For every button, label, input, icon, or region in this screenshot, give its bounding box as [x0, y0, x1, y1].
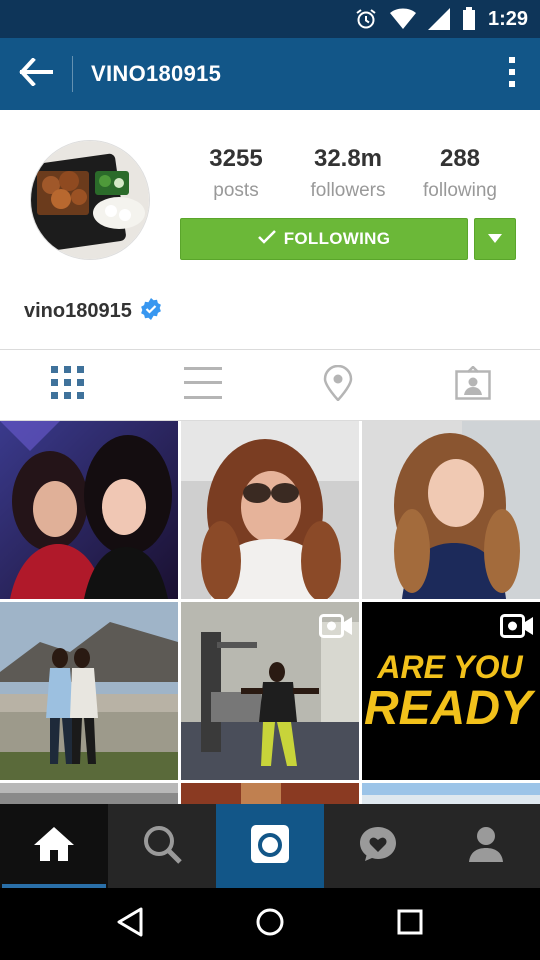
grid-post-1[interactable]	[0, 421, 178, 599]
overflow-menu-icon	[508, 56, 516, 93]
stat-followers[interactable]: 32.8m followers	[292, 144, 404, 208]
stat-following-value: 288	[439, 145, 481, 172]
post-text-line-1: ARE YOU	[376, 649, 523, 685]
camera-icon	[251, 824, 289, 868]
avatar[interactable]	[30, 140, 150, 260]
overflow-menu-button[interactable]	[484, 38, 540, 110]
system-back-button[interactable]	[100, 894, 160, 954]
circle-home-icon	[255, 907, 285, 942]
bottom-navigation	[0, 804, 540, 888]
nav-home-button[interactable]	[0, 804, 108, 888]
profile-icon	[469, 826, 503, 867]
tab-tagged-view[interactable]	[405, 350, 540, 420]
grid-post-8[interactable]	[181, 783, 359, 804]
stat-following-label: following	[423, 180, 497, 201]
grid-post-7[interactable]	[0, 783, 178, 804]
status-time: 1:29	[487, 7, 528, 30]
profile-stats: 3255 posts 32.8m followers 288 following	[180, 144, 516, 208]
system-navigation-bar	[0, 888, 540, 960]
location-pin-icon	[323, 364, 353, 406]
wifi-icon	[389, 7, 416, 31]
nav-search-button[interactable]	[108, 804, 216, 888]
stat-posts-value: 3255	[209, 145, 263, 172]
tab-list-view[interactable]	[135, 350, 270, 420]
header-divider	[72, 56, 73, 92]
search-icon	[142, 824, 182, 869]
alarm-icon	[354, 7, 378, 31]
back-button[interactable]	[0, 38, 72, 110]
triangle-back-icon	[116, 907, 144, 942]
profile-username: vino180915	[24, 300, 132, 322]
grid-post-5[interactable]	[181, 602, 359, 780]
system-recents-button[interactable]	[380, 894, 440, 954]
home-icon	[33, 826, 75, 867]
checkmark-icon	[257, 229, 276, 249]
system-home-button[interactable]	[240, 894, 300, 954]
post-grid: ARE YOU READY	[0, 421, 540, 804]
post-text-line-2: READY	[364, 682, 536, 735]
chevron-down-icon	[488, 230, 502, 248]
profile-view-tabs	[0, 349, 540, 421]
username-row: vino180915	[24, 298, 162, 325]
nav-camera-button[interactable]	[216, 804, 324, 888]
stat-posts[interactable]: 3255 posts	[180, 144, 292, 208]
nav-activity-button[interactable]	[324, 804, 432, 888]
app-header: VINO180915	[0, 38, 540, 110]
tagged-person-icon	[454, 364, 491, 405]
battery-icon	[462, 7, 476, 31]
video-camera-icon	[319, 614, 353, 643]
verified-badge-icon	[140, 298, 162, 325]
grid-icon	[50, 365, 85, 405]
signal-icon	[427, 7, 450, 31]
stat-followers-label: followers	[310, 180, 386, 201]
tab-grid-view[interactable]	[0, 350, 135, 420]
grid-post-3[interactable]	[362, 421, 540, 599]
activity-heart-icon	[358, 825, 398, 868]
stat-following[interactable]: 288 following	[404, 144, 516, 208]
grid-post-9[interactable]	[362, 783, 540, 804]
square-recents-icon	[397, 909, 423, 940]
status-bar: 1:29	[0, 0, 540, 38]
profile-header: 3255 posts 32.8m followers 288 following…	[0, 110, 540, 350]
stat-posts-label: posts	[213, 180, 259, 201]
grid-post-6[interactable]: ARE YOU READY	[362, 602, 540, 780]
stat-followers-value: 32.8m	[313, 145, 383, 172]
following-button-label: FOLLOWING	[283, 229, 391, 248]
grid-post-2[interactable]	[181, 421, 359, 599]
back-arrow-icon	[19, 56, 54, 91]
list-icon	[183, 366, 222, 404]
following-button[interactable]: FOLLOWING	[180, 218, 468, 260]
tab-map-view[interactable]	[270, 350, 405, 420]
suggested-users-dropdown-button[interactable]	[474, 218, 516, 260]
page-title: VINO180915	[91, 61, 222, 86]
grid-post-4[interactable]	[0, 602, 178, 780]
instagram-profile-screen: 1:29 VINO180915 3255 posts 32.8m followe…	[0, 0, 540, 960]
video-camera-icon	[500, 614, 534, 643]
nav-profile-button[interactable]	[432, 804, 540, 888]
follow-controls: FOLLOWING	[180, 218, 516, 260]
